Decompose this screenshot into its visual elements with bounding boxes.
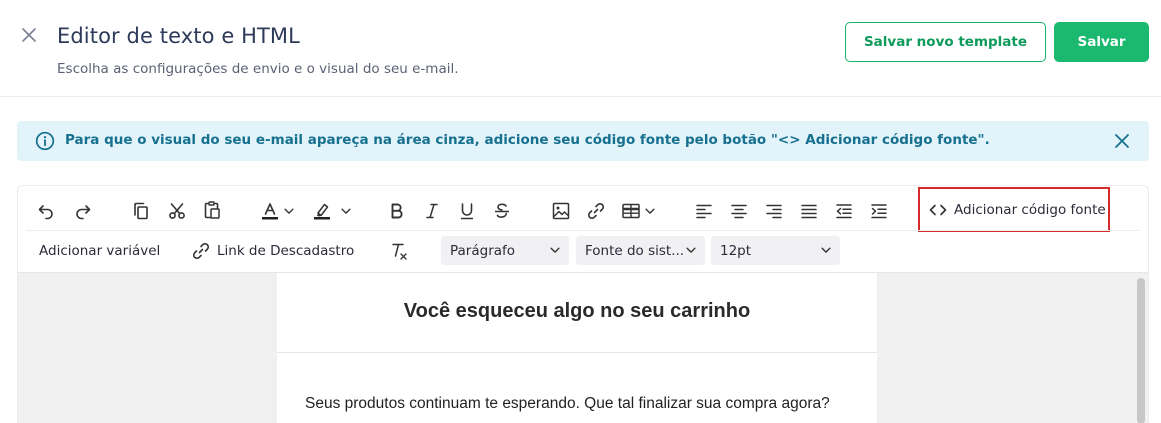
editor-toolbar-primary: Adicionar código fonte — [18, 186, 1148, 233]
page-subtitle: Escolha as configurações de envio e o vi… — [57, 61, 459, 77]
rich-text-editor: Adicionar código fonte Adicionar variáve… — [17, 185, 1149, 423]
indent-icon[interactable] — [867, 199, 891, 223]
info-close-icon[interactable] — [1113, 132, 1131, 150]
align-justify-icon[interactable] — [797, 199, 821, 223]
copy-icon[interactable] — [129, 199, 153, 223]
block-format-value: Parágrafo — [450, 242, 516, 259]
email-divider — [277, 352, 877, 353]
block-format-select[interactable]: Parágrafo — [441, 236, 569, 265]
cut-icon[interactable] — [165, 199, 189, 223]
font-size-select[interactable]: 12pt — [711, 236, 840, 265]
code-icon — [928, 200, 948, 220]
chevron-down-icon — [686, 247, 696, 253]
save-button[interactable]: Salvar — [1054, 22, 1149, 62]
close-icon[interactable] — [19, 25, 39, 45]
align-center-icon[interactable] — [727, 199, 751, 223]
outdent-icon[interactable] — [832, 199, 856, 223]
page-header: Editor de texto e HTML Escolha as config… — [0, 0, 1161, 97]
email-body-text: Seus produtos continuam te esperando. Qu… — [305, 395, 830, 412]
editor-toolbar-secondary: Adicionar variável Link de Descadastro P… — [18, 231, 1148, 273]
unsubscribe-link-button[interactable]: Link de Descadastro — [217, 243, 354, 259]
chevron-down-icon — [550, 247, 560, 253]
email-content[interactable]: Você esqueceu algo no seu carrinho Seus … — [277, 273, 877, 423]
strikethrough-icon[interactable] — [490, 199, 514, 223]
highlight-chevron-down-icon[interactable] — [339, 199, 353, 223]
insert-image-icon[interactable] — [549, 199, 573, 223]
undo-icon[interactable] — [34, 199, 58, 223]
table-chevron-down-icon[interactable] — [643, 199, 657, 223]
align-right-icon[interactable] — [762, 199, 786, 223]
email-preview-area[interactable]: Você esqueceu algo no seu carrinho Seus … — [18, 273, 1148, 423]
font-family-value: Fonte do sist... — [585, 242, 685, 259]
align-left-icon[interactable] — [692, 199, 716, 223]
add-source-code-label: Adicionar código fonte — [954, 201, 1106, 218]
add-variable-button[interactable]: Adicionar variável — [39, 243, 160, 259]
unsubscribe-link-icon[interactable] — [189, 239, 213, 263]
font-family-select[interactable]: Fonte do sist... — [576, 236, 705, 265]
font-size-value: 12pt — [720, 242, 752, 259]
info-banner-text: Para que o visual do seu e-mail apareça … — [65, 132, 990, 148]
text-color-chevron-down-icon[interactable] — [282, 199, 296, 223]
chevron-down-icon — [821, 247, 831, 253]
info-banner: Para que o visual do seu e-mail apareça … — [17, 121, 1149, 161]
insert-link-icon[interactable] — [584, 199, 608, 223]
bold-icon[interactable] — [385, 199, 409, 223]
text-color-icon[interactable] — [258, 199, 282, 223]
email-heading: Você esqueceu algo no seu carrinho — [403, 300, 751, 322]
add-source-code-button[interactable]: Adicionar código fonte — [918, 187, 1110, 232]
paste-icon[interactable] — [200, 198, 224, 222]
underline-icon[interactable] — [455, 199, 479, 223]
italic-icon[interactable] — [420, 199, 444, 223]
editor-scrollbar[interactable] — [1137, 278, 1145, 423]
page-title: Editor de texto e HTML — [57, 24, 300, 48]
clear-formatting-icon[interactable] — [387, 239, 411, 263]
highlight-color-icon[interactable] — [310, 199, 334, 223]
table-icon[interactable] — [619, 199, 643, 223]
redo-icon[interactable] — [71, 199, 95, 223]
save-new-template-button[interactable]: Salvar novo template — [845, 22, 1046, 62]
info-icon — [35, 131, 55, 151]
